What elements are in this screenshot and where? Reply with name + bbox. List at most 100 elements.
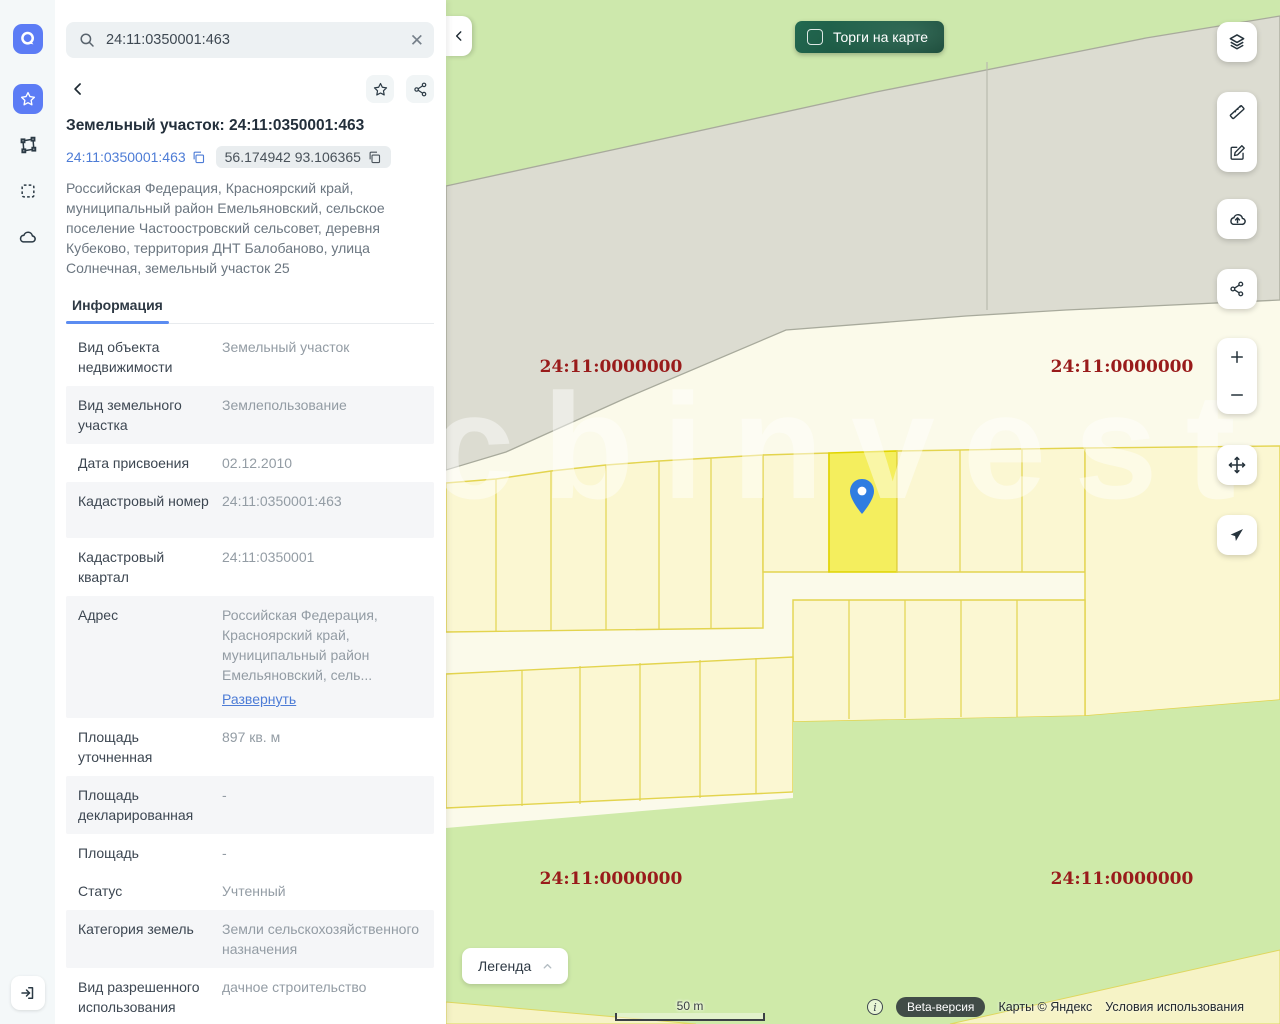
polygon-edit-icon[interactable]: [13, 130, 43, 160]
measure-ruler-button[interactable]: [1217, 92, 1257, 132]
cloud-upload-button[interactable]: [1217, 199, 1257, 239]
page-title: Земельный участок: 24:11:0350001:463: [66, 117, 434, 135]
table-row: Площадь уточненная897 кв. м: [66, 718, 434, 776]
row-label: Кадастровый номер: [78, 491, 210, 511]
cadastral-quarter-label: 24:11:0000000: [1051, 357, 1194, 377]
layers-icon: [1227, 32, 1247, 52]
layers-control: [1217, 22, 1257, 62]
map-attribution: i Beta-версия Карты © Яндекс Условия исп…: [867, 997, 1244, 1017]
search-bar[interactable]: ✕: [66, 22, 434, 58]
address-truncated: Российская Федерация, Красноярский край,…: [222, 607, 378, 683]
cadastral-quarter-label: 24:11:0000000: [540, 869, 683, 889]
expand-link[interactable]: Развернуть: [222, 689, 428, 709]
left-icon-rail: [0, 0, 55, 1024]
info-icon[interactable]: i: [867, 999, 883, 1015]
locate-control: [1217, 515, 1257, 555]
table-row: Вид объекта недвижимостиЗемельный участо…: [66, 328, 434, 386]
row-value: -: [210, 785, 428, 805]
zoom-out-button[interactable]: [1217, 376, 1257, 414]
tab-information[interactable]: Информация: [66, 291, 169, 323]
favorite-star-button[interactable]: [366, 75, 394, 103]
my-location-button[interactable]: [1217, 515, 1257, 555]
row-value: Земельный участок: [210, 337, 428, 357]
cloud-icon[interactable]: [13, 222, 43, 252]
row-value: 24:11:0350001: [210, 547, 428, 567]
chevron-up-icon: [541, 960, 554, 973]
table-row: Площадь декларированная-: [66, 776, 434, 834]
torgi-checkbox[interactable]: [807, 29, 823, 45]
row-value: Земли сельскохозяйственного назначения: [210, 919, 428, 959]
zoom-control: [1217, 338, 1257, 414]
cadastral-number-link[interactable]: 24:11:0350001:463: [66, 149, 206, 165]
scale-bar-line: [615, 1013, 765, 1021]
favorites-tool-icon[interactable]: [13, 84, 43, 114]
back-button[interactable]: [66, 77, 90, 101]
row-label: Категория земель: [78, 919, 210, 939]
row-label: Дата присвоения: [78, 453, 210, 473]
table-row: Дата присвоения02.12.2010: [66, 444, 434, 482]
row-label: Площадь уточненная: [78, 727, 210, 767]
row-label: Площадь: [78, 843, 210, 863]
pan-control: [1217, 445, 1257, 485]
share-map-control: [1217, 269, 1257, 309]
ruler-icon: [1227, 102, 1247, 122]
edit-map-button[interactable]: [1217, 132, 1257, 172]
share-map-button[interactable]: [1217, 269, 1257, 309]
terms-of-use-link[interactable]: Условия использования: [1105, 1000, 1244, 1014]
row-value: дачное строительство: [210, 977, 428, 997]
object-info-panel: ✕ Земельный участок: 24:11:0350001:463 2…: [55, 0, 446, 1024]
clear-search-icon[interactable]: ✕: [410, 32, 424, 49]
area-select-icon[interactable]: [13, 176, 43, 206]
collapse-panel-button[interactable]: [446, 16, 472, 56]
table-row: Площадь-: [66, 834, 434, 872]
login-icon[interactable]: [11, 976, 45, 1010]
upload-control: [1217, 199, 1257, 239]
app-window: ✕ Земельный участок: 24:11:0350001:463 2…: [0, 0, 1280, 1024]
draw-tools-group: [1217, 92, 1257, 172]
row-label: Вид земельного участка: [78, 395, 210, 435]
cadastral-number-text: 24:11:0350001:463: [66, 149, 186, 165]
copy-icon[interactable]: [367, 150, 382, 165]
plus-icon: [1228, 348, 1246, 366]
search-icon: [78, 31, 96, 49]
layers-button[interactable]: [1217, 22, 1257, 62]
move-icon: [1227, 455, 1247, 475]
torgi-toggle-button[interactable]: Торги на карте: [795, 21, 944, 53]
tab-active-underline: [66, 321, 169, 324]
pan-move-button[interactable]: [1217, 445, 1257, 485]
info-table: Вид объекта недвижимостиЗемельный участо…: [66, 328, 434, 1024]
coordinates-text: 56.174942 93.106365: [225, 149, 361, 165]
table-row: Вид разрешенного использованиядачное стр…: [66, 968, 434, 1024]
share-button[interactable]: [406, 75, 434, 103]
navigation-arrow-icon: [1228, 526, 1246, 544]
legend-label: Легенда: [478, 958, 531, 974]
search-input[interactable]: [106, 32, 410, 48]
cadastral-quarter-label: 24:11:0000000: [540, 357, 683, 377]
beta-badge: Beta-версия: [896, 997, 985, 1017]
zoom-in-button[interactable]: [1217, 338, 1257, 376]
scale-bar: 50 m: [615, 999, 765, 1021]
row-value: -: [210, 843, 428, 863]
scale-label: 50 m: [615, 999, 765, 1013]
table-row: Вид земельного участкаЗемлепользование: [66, 386, 434, 444]
share-icon: [1228, 280, 1246, 298]
chevron-left-icon: [452, 29, 466, 43]
app-logo-icon[interactable]: [13, 24, 43, 54]
legend-button[interactable]: Легенда: [462, 948, 568, 984]
map-canvas[interactable]: cbinvest 24:11:0000000 24:11:0000000 24:…: [446, 0, 1280, 1024]
row-value: 897 кв. м: [210, 727, 428, 747]
row-value: Учтенный: [210, 881, 428, 901]
tabs-bar: Информация: [66, 291, 434, 324]
row-label: Кадастровый квартал: [78, 547, 210, 587]
yandex-copyright[interactable]: Карты © Яндекс: [998, 1000, 1092, 1014]
copy-icon[interactable]: [191, 150, 206, 165]
coordinates-chip[interactable]: 56.174942 93.106365: [216, 146, 391, 168]
edit-icon: [1228, 143, 1247, 162]
row-value: 02.12.2010: [210, 453, 428, 473]
table-row-address: Адрес Российская Федерация, Красноярский…: [66, 596, 434, 718]
minus-icon: [1228, 386, 1246, 404]
table-row: СтатусУчтенный: [66, 872, 434, 910]
table-row: Категория земельЗемли сельскохозяйственн…: [66, 910, 434, 968]
row-label: Площадь декларированная: [78, 785, 210, 825]
torgi-label: Торги на карте: [833, 29, 928, 45]
